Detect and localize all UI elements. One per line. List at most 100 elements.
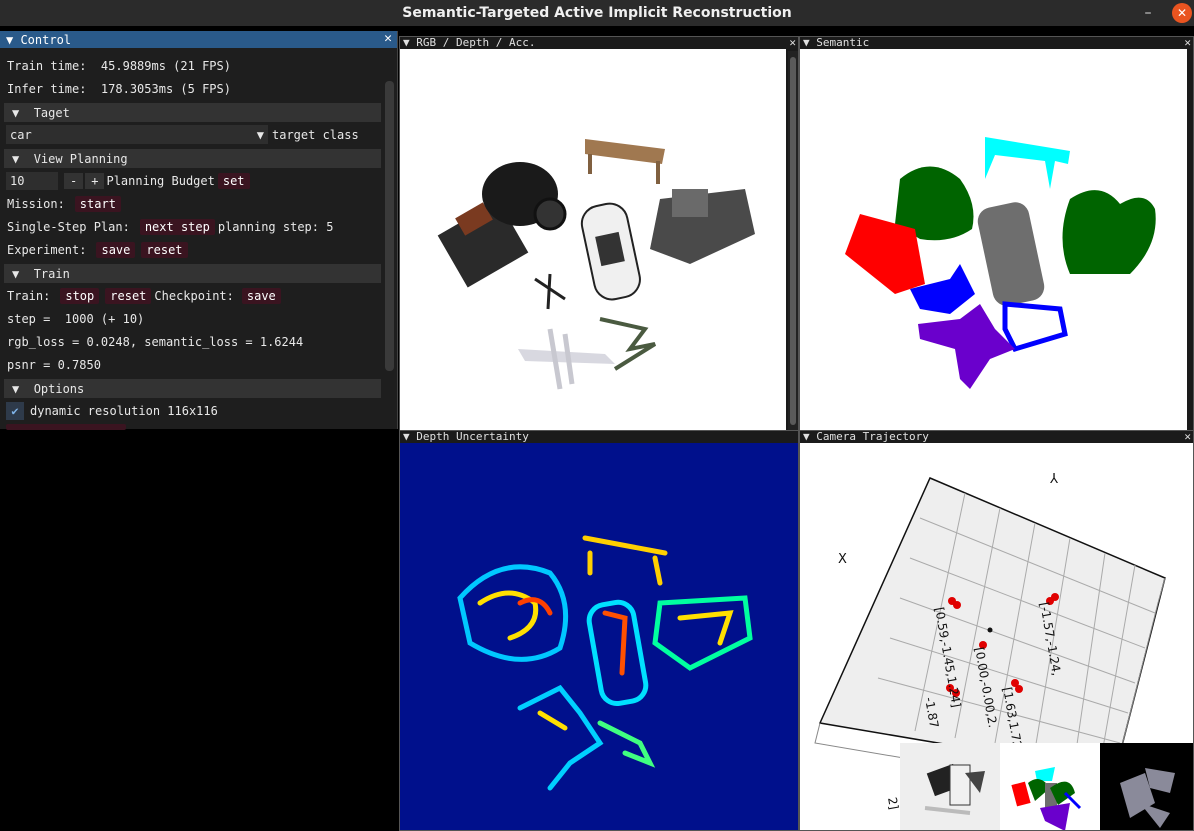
trajectory-origin-point bbox=[987, 627, 993, 633]
mission-row: Mission: start bbox=[7, 194, 124, 214]
uncertainty-view-header[interactable]: ▼ Depth Uncertainty bbox=[400, 431, 798, 443]
trajectory-grid-plane bbox=[818, 477, 1166, 774]
trajectory-axis-y: Y bbox=[1050, 469, 1059, 484]
dynamic-resolution-label: dynamic resolution 116x116 bbox=[30, 404, 218, 418]
uncertainty-view-title: Depth Uncertainty bbox=[416, 430, 529, 443]
experiment-save-button[interactable]: save bbox=[96, 242, 136, 258]
minimize-icon[interactable]: – bbox=[1138, 3, 1158, 23]
semantic-view-title: Semantic bbox=[816, 36, 870, 49]
uncertainty-render-image bbox=[400, 443, 798, 830]
budget-increment-button[interactable]: + bbox=[85, 173, 105, 189]
step-text: step = 1000 (+ 10) bbox=[7, 312, 145, 326]
budget-decrement-button[interactable]: - bbox=[64, 173, 84, 189]
collapse-arrow-icon[interactable]: ▼ bbox=[803, 431, 816, 443]
train-section-header[interactable]: ▼ Train bbox=[4, 264, 381, 283]
semantic-view-window: ▼ Semantic ✕ bbox=[799, 36, 1194, 436]
uncertainty-region-hairdryer-core bbox=[677, 610, 734, 646]
window-titlebar: Semantic-Targeted Active Implicit Recons… bbox=[0, 0, 1194, 26]
view-planning-label: View Planning bbox=[33, 151, 128, 166]
view-planning-section-header[interactable]: ▼ View Planning bbox=[4, 149, 381, 168]
start-button[interactable]: start bbox=[74, 196, 121, 212]
rgb-view-window: ▼ RGB / Depth / Acc. ✕ bbox=[399, 36, 799, 436]
set-budget-button[interactable]: set bbox=[217, 173, 250, 189]
trajectory-camera-point[interactable] bbox=[1015, 685, 1023, 693]
close-view-icon[interactable]: ✕ bbox=[789, 37, 796, 49]
uncertainty-region-plant bbox=[597, 720, 656, 768]
options-section-header[interactable]: ▼ Options bbox=[4, 379, 381, 398]
planning-budget-row: 10 - + Planning Budget set bbox=[6, 171, 253, 191]
trajectory-plot[interactable]: X Y [0.59,-1.45,1.24] [0.00,-0.00,2. [-1… bbox=[800, 443, 1193, 830]
collapse-arrow-icon[interactable]: ▼ bbox=[403, 431, 416, 443]
uncertainty-region-airplane bbox=[517, 684, 604, 791]
rgb-object-dragonfly bbox=[534, 273, 566, 310]
semantic-render-image bbox=[800, 49, 1187, 435]
rgb-render-svg bbox=[437, 139, 755, 390]
uncertainty-region-airplane-core bbox=[537, 710, 568, 731]
rgb-render-image bbox=[400, 49, 786, 435]
semantic-view-header[interactable]: ▼ Semantic ✕ bbox=[800, 37, 1193, 49]
options-section-label: Options bbox=[33, 381, 85, 396]
checkpoint-label: Checkpoint: bbox=[154, 289, 234, 303]
semantic-render-svg bbox=[845, 137, 1156, 389]
scrollbar-thumb[interactable] bbox=[790, 57, 796, 425]
budget-input[interactable]: 10 bbox=[6, 172, 58, 190]
mission-label: Mission: bbox=[7, 197, 65, 211]
close-view-icon[interactable]: ✕ bbox=[1184, 431, 1191, 443]
infer-time-text: Infer time: 178.3053ms (5 FPS) bbox=[7, 82, 231, 96]
control-panel: ▼ Control ✕ Train time: 45.9889ms (21 FP… bbox=[0, 31, 398, 429]
close-icon[interactable]: ✕ bbox=[1172, 3, 1192, 23]
planning-step-text: planning step: 5 bbox=[217, 220, 334, 234]
checkpoint-save-button[interactable]: save bbox=[241, 288, 281, 304]
control-panel-header[interactable]: ▼ Control ✕ bbox=[0, 31, 397, 48]
loss-text: rgb_loss = 0.0248, semantic_loss = 1.624… bbox=[7, 335, 304, 349]
reset-train-button[interactable]: reset bbox=[105, 288, 152, 304]
rgb-object-bench bbox=[585, 139, 665, 164]
collapse-arrow-icon: ▼ bbox=[12, 151, 34, 166]
experiment-label: Experiment: bbox=[7, 243, 87, 257]
trajectory-camera-point[interactable] bbox=[1051, 593, 1059, 601]
planning-budget-label: Planning Budget bbox=[106, 174, 215, 188]
uncertainty-view-window: ▼ Depth Uncertainty bbox=[399, 430, 799, 831]
collapse-arrow-icon: ▼ bbox=[12, 105, 34, 120]
experiment-row: Experiment: save reset bbox=[7, 240, 191, 260]
semantic-region-airplane bbox=[918, 304, 1015, 389]
experiment-reset-button[interactable]: reset bbox=[141, 242, 188, 258]
collapse-arrow-icon[interactable]: ▼ bbox=[803, 37, 816, 49]
uncertainty-render-svg bbox=[457, 535, 753, 791]
collapse-arrow-icon[interactable]: ▼ bbox=[403, 37, 416, 49]
single-step-row: Single-Step Plan: next step planning ste… bbox=[7, 217, 333, 237]
next-step-button[interactable]: next step bbox=[139, 219, 215, 235]
rgb-object-lens bbox=[533, 197, 567, 231]
semantic-region-hairdryer bbox=[1062, 190, 1156, 274]
rgb-view-header[interactable]: ▼ RGB / Depth / Acc. ✕ bbox=[400, 37, 798, 49]
dynamic-resolution-checkbox[interactable]: ✔ bbox=[6, 402, 24, 420]
single-step-label: Single-Step Plan: bbox=[7, 220, 130, 234]
train-time-text: Train time: 45.9889ms (21 FPS) bbox=[7, 59, 231, 73]
window-title: Semantic-Targeted Active Implicit Recons… bbox=[402, 5, 792, 21]
trajectory-plot-svg: X Y [0.59,-1.45,1.24] [0.00,-0.00,2. [-1… bbox=[814, 469, 1193, 830]
close-panel-icon[interactable]: ✕ bbox=[384, 31, 392, 46]
rgb-object-hairdryer-nozzle bbox=[672, 189, 708, 217]
partial-button[interactable] bbox=[6, 424, 126, 430]
train-row: Train: stop reset Checkpoint: save bbox=[7, 286, 284, 306]
semantic-region-car bbox=[977, 202, 1045, 306]
trajectory-camera-point[interactable] bbox=[953, 601, 961, 609]
target-section-header[interactable]: ▼ Taget bbox=[4, 103, 381, 122]
rgb-view-title: RGB / Depth / Acc. bbox=[416, 36, 536, 49]
dynamic-resolution-row: ✔ dynamic resolution 116x116 bbox=[6, 401, 218, 421]
psnr-text: psnr = 0.7850 bbox=[7, 358, 101, 372]
trajectory-label-f: 2] bbox=[885, 796, 901, 811]
trajectory-view-window: ▼ Camera Trajectory ✕ X Y [0.59,-1.45,1.… bbox=[799, 430, 1194, 831]
panel-scrollbar[interactable] bbox=[385, 81, 394, 371]
trajectory-view-header[interactable]: ▼ Camera Trajectory ✕ bbox=[800, 431, 1193, 443]
target-class-label: target class bbox=[272, 128, 359, 142]
close-view-icon[interactable]: ✕ bbox=[1184, 37, 1191, 49]
rgb-view-scrollbar[interactable] bbox=[788, 51, 798, 435]
collapse-arrow-icon: ▼ bbox=[12, 266, 34, 281]
collapse-arrow-icon[interactable]: ▼ bbox=[6, 33, 20, 47]
target-class-select[interactable]: car ▼ bbox=[6, 125, 268, 144]
train-label: Train: bbox=[7, 289, 51, 303]
control-panel-title: Control bbox=[20, 32, 72, 47]
stop-train-button[interactable]: stop bbox=[60, 288, 100, 304]
chevron-down-icon[interactable]: ▼ bbox=[257, 128, 264, 142]
